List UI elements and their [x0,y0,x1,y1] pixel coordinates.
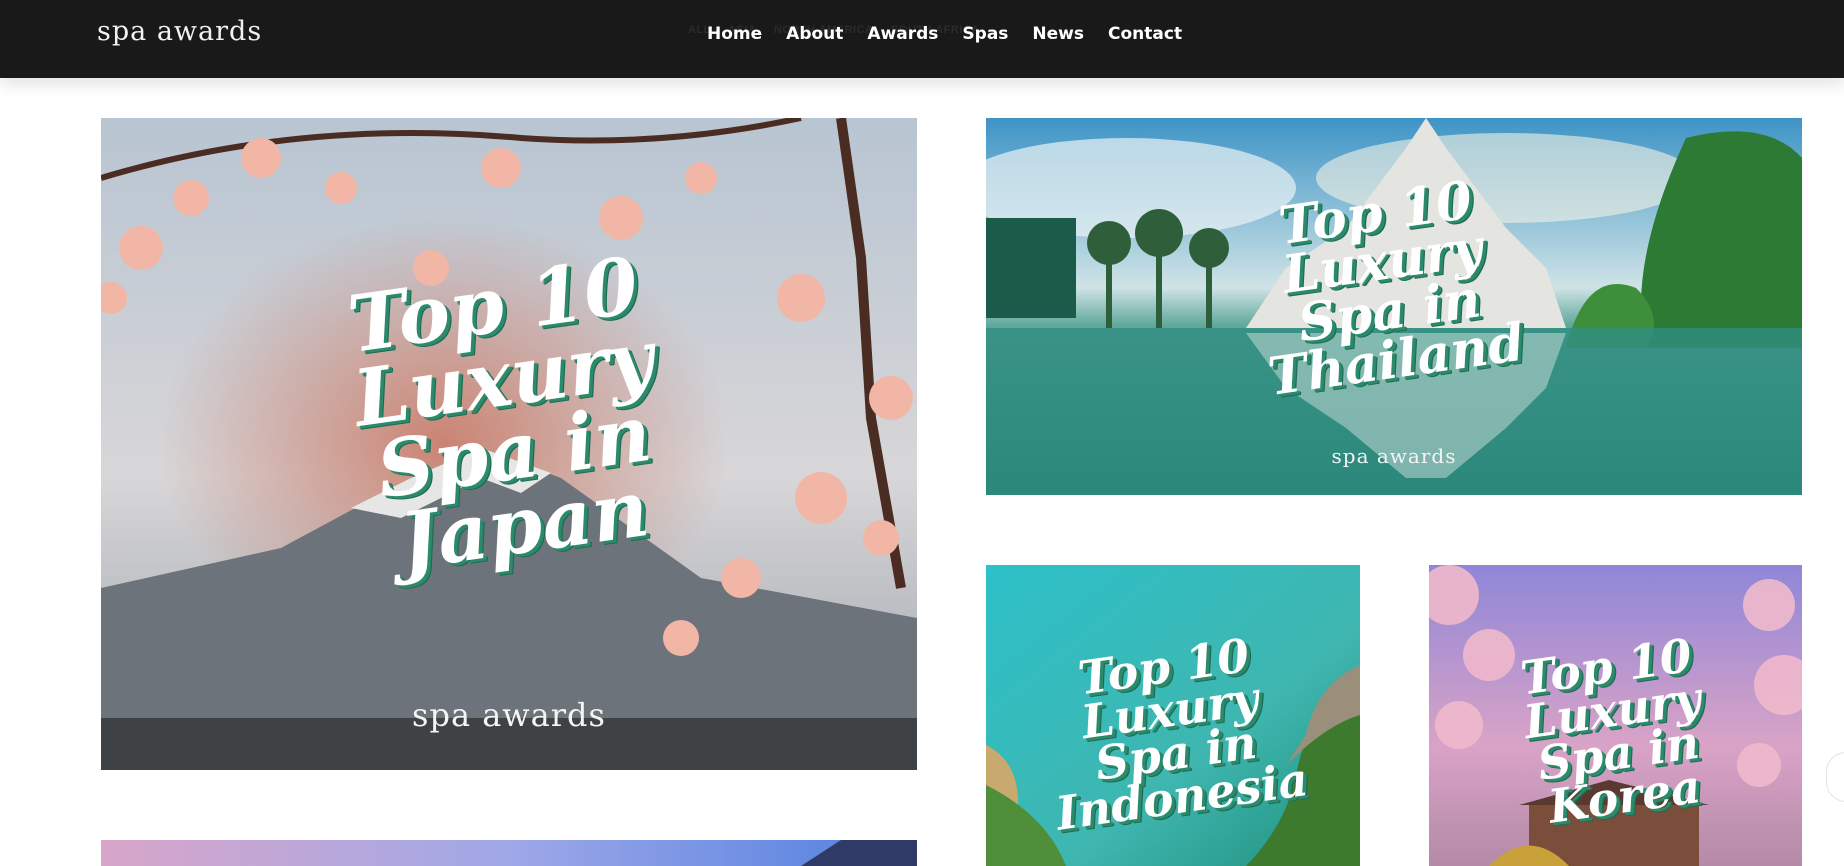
nav-spas[interactable]: Spas [950,24,1020,44]
nav-contact[interactable]: Contact [1096,24,1194,44]
main-nav: Home About Awards Spas News Contact [695,24,1194,44]
card-japan[interactable]: Top 10 Luxury Spa in Japan spa awards [101,118,917,770]
thailand-headline: Top 10 Luxury Spa in Thailand [1264,169,1529,409]
card-indonesia[interactable]: Top 10 Luxury Spa in Indonesia [986,565,1360,866]
nav-awards[interactable]: Awards [855,24,950,44]
scroll-to-top-button[interactable] [1826,752,1844,802]
japan-brandmark: spa awards [412,696,606,734]
page: spa awards ALL ASIA NORTH AMERICA SOUTH … [0,0,1844,866]
nav-about[interactable]: About [774,24,855,44]
nav-home[interactable]: Home [695,24,774,44]
site-logo[interactable]: spa awards [97,16,262,47]
card-thailand[interactable]: Top 10 Luxury Spa in Thailand spa awards [986,118,1802,495]
card-korea[interactable]: Top 10 Luxury Spa in Korea [1429,565,1802,866]
partial-card-image [101,840,917,866]
nav-news[interactable]: News [1020,24,1096,44]
card-partial[interactable] [101,840,917,866]
site-header: spa awards ALL ASIA NORTH AMERICA SOUTH … [0,0,1844,78]
thailand-brandmark: spa awards [1331,444,1457,468]
